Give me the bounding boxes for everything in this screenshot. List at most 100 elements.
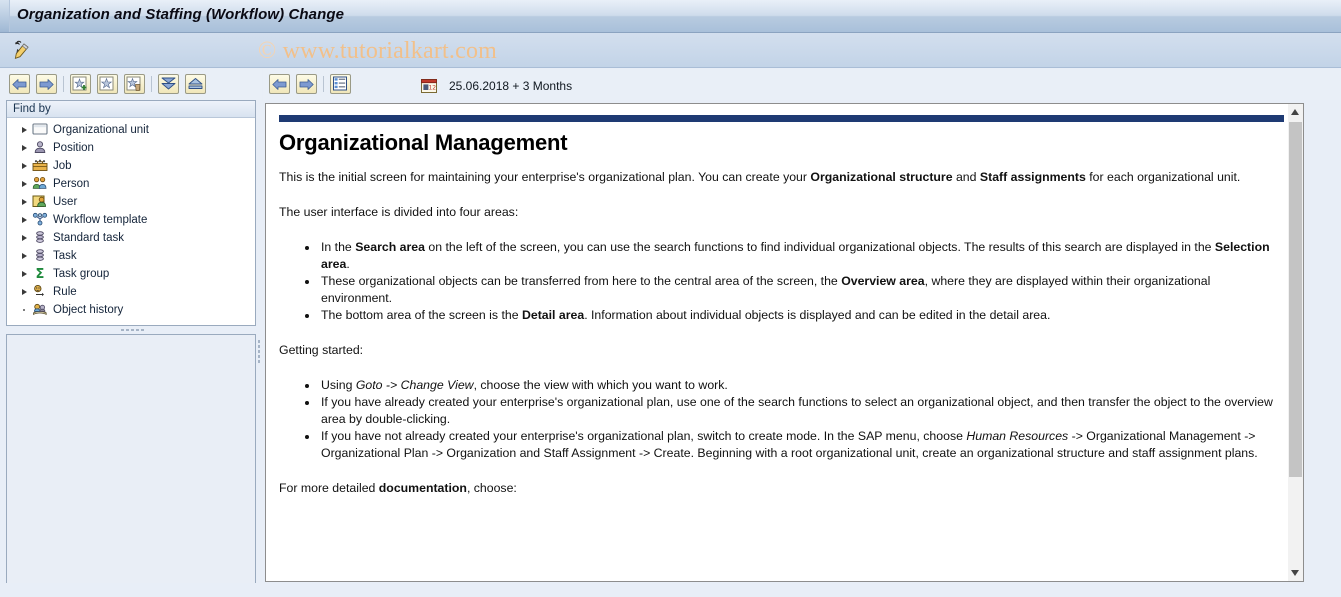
selection-area-panel	[6, 334, 256, 590]
tree-item-standard-task[interactable]: Standard task	[7, 229, 255, 247]
scroll-down-button[interactable]	[1288, 565, 1303, 581]
find-by-tree: Organizational unit Position Job Person …	[7, 118, 255, 319]
bottom-strip	[0, 583, 1341, 597]
change-button[interactable]	[97, 74, 118, 94]
tree-item-rule[interactable]: Rule	[7, 283, 255, 301]
footer-text: , choose:	[466, 481, 517, 495]
watermark-copyright-symbol: ©	[258, 38, 277, 64]
user-icon	[31, 194, 49, 210]
task-icon	[31, 248, 49, 264]
bullet-text: In the	[321, 240, 356, 254]
right-gutter	[1305, 103, 1341, 582]
collapse-all-button[interactable]	[185, 74, 206, 94]
scroll-up-button[interactable]	[1288, 104, 1303, 120]
scrollbar-thumb[interactable]	[1289, 122, 1302, 477]
tree-item-task[interactable]: Task	[7, 247, 255, 265]
collapse-up-icon	[188, 78, 203, 89]
job-icon	[31, 158, 49, 174]
calendar-icon[interactable]: 12	[420, 77, 438, 94]
areas-lead-paragraph: The user interface is divided into four …	[279, 205, 519, 219]
tree-item-user[interactable]: User	[7, 193, 255, 211]
list-item: The bottom area of the screen is the Det…	[319, 307, 1279, 324]
tree-item-job[interactable]: Job	[7, 157, 255, 175]
tree-item-label: User	[53, 196, 78, 208]
toolbar-separator	[151, 76, 152, 92]
list-item: In the Search area on the left of the sc…	[319, 239, 1279, 273]
footer-paragraph: For more detailed documentation, choose:	[279, 480, 1279, 497]
forward-button[interactable]	[36, 74, 57, 94]
chevron-up-icon	[1291, 109, 1300, 115]
list-item: If you have not already created your ent…	[319, 428, 1279, 462]
validity-date-label: 25.06.2018 + 3 Months	[449, 79, 573, 93]
area-bullet-list: In the Search area on the left of the sc…	[279, 239, 1279, 324]
horizontal-splitter-handle[interactable]	[110, 327, 154, 333]
star-delete-icon	[126, 76, 141, 91]
content-vertical-scrollbar[interactable]	[1288, 103, 1304, 582]
documentation-body: Organizational Management This is the in…	[279, 132, 1279, 515]
list-settings-icon	[333, 76, 347, 91]
tree-item-position[interactable]: Position	[7, 139, 255, 157]
sap-gui-window: Organization and Staffing (Workflow) Cha…	[0, 0, 1341, 597]
tree-item-label: Task group	[53, 268, 110, 280]
rule-icon	[31, 284, 49, 300]
bullet-italic: Goto -> Change View	[355, 378, 474, 392]
intro-bold-1: Organizational structure	[810, 170, 953, 184]
bullet-text: . Information about individual objects i…	[584, 308, 1051, 322]
tree-item-label: Position	[53, 142, 94, 154]
position-icon	[31, 140, 49, 156]
svg-text:Σ: Σ	[36, 267, 45, 280]
intro-text-2: and	[952, 170, 980, 184]
bullet-text: If you have not already created your ent…	[321, 429, 967, 443]
arrow-right-icon	[299, 79, 314, 90]
create-button[interactable]	[70, 74, 91, 94]
expand-triangle-icon[interactable]	[21, 193, 31, 211]
forward-button[interactable]	[296, 74, 317, 94]
expand-all-button[interactable]	[158, 74, 179, 94]
task-group-icon: Σ	[31, 266, 49, 282]
expand-triangle-icon[interactable]	[21, 211, 31, 229]
back-button[interactable]	[269, 74, 290, 94]
overview-content-area: Organizational Management This is the in…	[265, 103, 1288, 582]
intro-text-1: This is the initial screen for maintaini…	[279, 170, 811, 184]
expand-triangle-icon[interactable]	[21, 139, 31, 157]
expand-triangle-icon[interactable]	[21, 265, 31, 283]
column-config-button[interactable]	[330, 74, 351, 94]
tree-item-label: Organizational unit	[53, 124, 149, 136]
person-icon	[31, 176, 49, 192]
tree-item-label: Standard task	[53, 232, 124, 244]
tree-item-person[interactable]: Person	[7, 175, 255, 193]
expand-triangle-icon[interactable]	[21, 229, 31, 247]
expand-triangle-icon[interactable]	[21, 283, 31, 301]
toolbar-separator	[323, 76, 324, 92]
expand-triangle-icon[interactable]	[21, 247, 31, 265]
arrow-right-icon	[39, 79, 54, 90]
org-unit-icon	[31, 122, 49, 138]
back-button[interactable]	[9, 74, 30, 94]
tree-item-task-group[interactable]: Σ Task group	[7, 265, 255, 283]
tree-item-organizational-unit[interactable]: Organizational unit	[7, 121, 255, 139]
tree-item-object-history[interactable]: Object history	[7, 301, 255, 319]
intro-bold-2: Staff assignments	[979, 170, 1086, 184]
intro-text-3: for each organizational unit.	[1085, 170, 1241, 184]
title-bar-left-notch	[0, 0, 10, 32]
bullet-bold: Search area	[355, 240, 425, 254]
arrow-left-icon	[272, 79, 287, 90]
bullet-text: These organizational objects can be tran…	[321, 274, 842, 288]
vertical-splitter-handle[interactable]	[258, 340, 260, 363]
expand-triangle-icon[interactable]	[21, 121, 31, 139]
bullet-text: Using	[321, 378, 356, 392]
bullet-text: , choose the view with which you want to…	[473, 378, 728, 392]
delete-button[interactable]	[124, 74, 145, 94]
pencil-icon[interactable]	[11, 40, 33, 60]
bullet-bold: Overview area	[841, 274, 925, 288]
expand-triangle-icon[interactable]	[21, 157, 31, 175]
svg-text:12: 12	[428, 85, 436, 92]
tree-item-workflow-template[interactable]: Workflow template	[7, 211, 255, 229]
arrow-left-icon	[12, 79, 27, 90]
expand-triangle-icon[interactable]	[21, 175, 31, 193]
footer-bold: documentation	[378, 481, 467, 495]
getting-started-lead: Getting started:	[279, 343, 364, 357]
find-by-header: Find by	[7, 101, 255, 118]
object-history-icon	[31, 302, 49, 318]
bullet-text: on the left of the screen, you can use t…	[424, 240, 1215, 254]
